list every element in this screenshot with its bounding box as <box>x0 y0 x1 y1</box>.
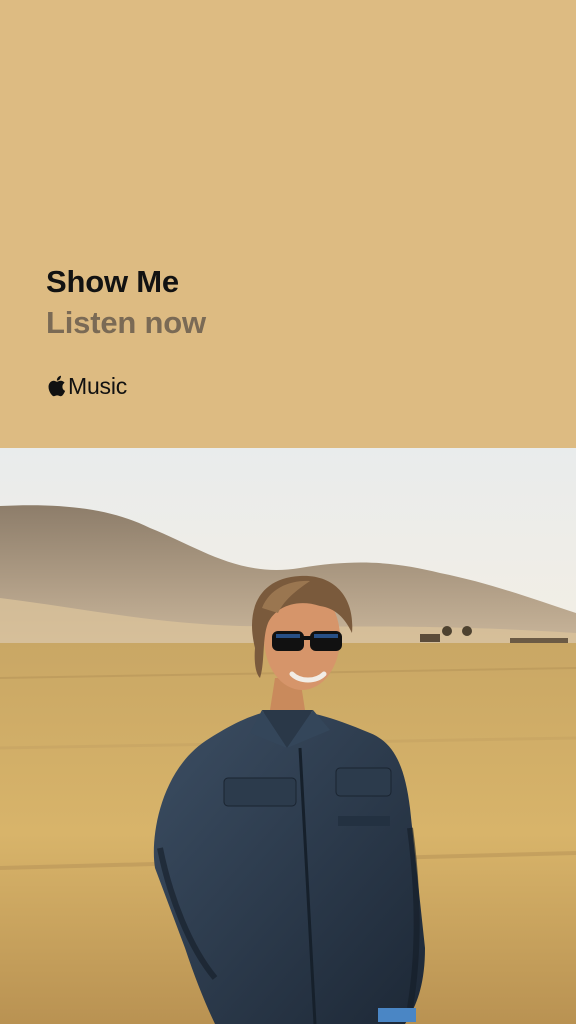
apple-logo-icon <box>46 374 66 398</box>
artist-photo <box>0 448 576 1024</box>
song-title: Show Me <box>46 264 179 299</box>
promo-panel: Show Me Listen now Music <box>0 0 576 448</box>
music-promo-card[interactable]: Show Me Listen now Music <box>0 0 576 1024</box>
brand-name: Music <box>68 372 128 399</box>
apple-music-logo: Music <box>46 372 127 400</box>
listen-now-link[interactable]: Listen now <box>46 305 206 341</box>
